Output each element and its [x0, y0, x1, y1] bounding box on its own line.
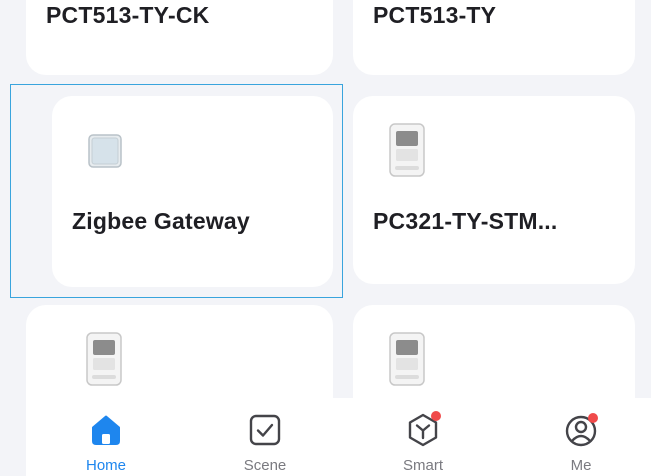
device-card-pct513-ty[interactable]: PCT513-TY: [353, 0, 635, 75]
home-icon: [86, 410, 126, 450]
device-card-zigbee-gateway[interactable]: Zigbee Gateway: [52, 96, 333, 287]
device-name: PCT513-TY: [373, 2, 497, 28]
meter-device-icon: [84, 331, 124, 392]
device-card-pc321-ty-stm[interactable]: PC321-TY-STM...: [353, 96, 635, 284]
device-card[interactable]: [26, 305, 333, 400]
tab-home[interactable]: Home: [36, 398, 176, 476]
tab-label: Smart: [402, 457, 443, 474]
device-grid: PCT513-TY-CK PCT513-TY Zigbee Gateway PC…: [0, 0, 651, 400]
meter-device-icon: [387, 331, 427, 392]
tab-smart[interactable]: Smart: [353, 398, 493, 476]
device-name: PCT513-TY-CK: [46, 2, 210, 28]
tab-me[interactable]: Me: [511, 398, 651, 476]
tab-scene[interactable]: Scene: [195, 398, 335, 476]
scene-checkbox-icon: [245, 410, 285, 450]
gateway-icon: [88, 134, 122, 173]
meter-device-icon: [387, 122, 427, 183]
tab-label: Home: [85, 457, 126, 474]
smart-hexagon-icon: [403, 410, 443, 450]
bottom-tab-bar: Home Scene Smart Me: [26, 398, 651, 476]
profile-icon: [561, 410, 601, 450]
device-name: PC321-TY-STM...: [373, 208, 558, 234]
device-card[interactable]: [353, 305, 635, 400]
device-name: Zigbee Gateway: [72, 208, 250, 234]
tab-label: Scene: [243, 457, 287, 474]
tab-label: Me: [570, 457, 592, 474]
device-card-pct513-ty-ck[interactable]: PCT513-TY-CK: [26, 0, 333, 75]
